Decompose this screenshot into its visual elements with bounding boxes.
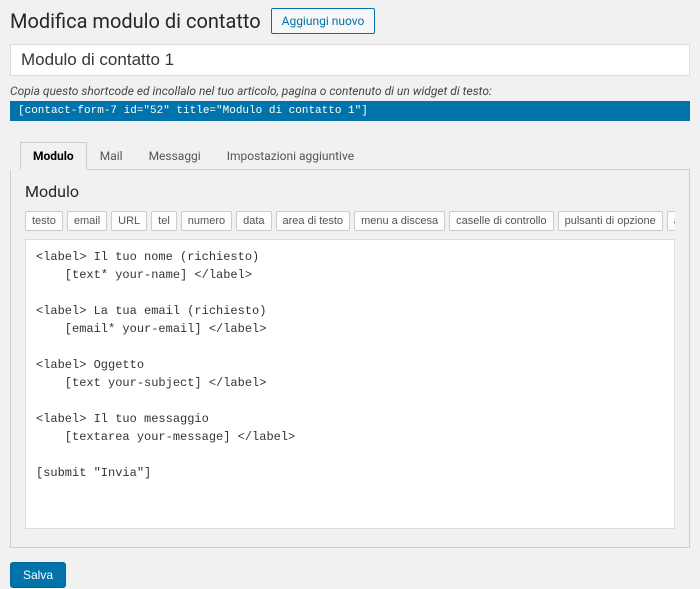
tag-data[interactable]: data <box>236 211 271 231</box>
tag-testo[interactable]: testo <box>25 211 63 231</box>
save-button[interactable]: Salva <box>10 562 66 588</box>
form-title-input[interactable] <box>10 44 690 76</box>
tab-impostazioni[interactable]: Impostazioni aggiuntive <box>214 142 367 170</box>
tag-generator-row: testo email URL tel numero data area di … <box>25 211 675 231</box>
tabs-nav: Modulo Mail Messaggi Impostazioni aggiun… <box>20 141 690 170</box>
shortcode-hint: Copia questo shortcode ed incollalo nel … <box>10 84 690 98</box>
tab-mail[interactable]: Mail <box>87 142 136 170</box>
tab-modulo[interactable]: Modulo <box>20 142 87 170</box>
panel-modulo: Modulo testo email URL tel numero data a… <box>10 170 690 548</box>
tag-caselle-di-controllo[interactable]: caselle di controllo <box>449 211 554 231</box>
tag-numero[interactable]: numero <box>181 211 232 231</box>
shortcode-display[interactable]: [contact-form-7 id="52" title="Modulo di… <box>10 101 690 121</box>
tag-pulsanti-di-opzione[interactable]: pulsanti di opzione <box>558 211 663 231</box>
tag-tel[interactable]: tel <box>151 211 177 231</box>
tab-messaggi[interactable]: Messaggi <box>136 142 214 170</box>
panel-heading: Modulo <box>25 182 675 201</box>
page-header: Modifica modulo di contatto Aggiungi nuo… <box>10 8 690 34</box>
form-editor[interactable] <box>25 239 675 529</box>
tag-email[interactable]: email <box>67 211 107 231</box>
tag-url[interactable]: URL <box>111 211 147 231</box>
add-new-button[interactable]: Aggiungi nuovo <box>271 8 376 34</box>
page-title: Modifica modulo di contatto <box>10 9 261 33</box>
tag-area-di-testo[interactable]: area di testo <box>276 211 351 231</box>
tag-accettazione[interactable]: accettazione <box>667 211 675 231</box>
tag-menu-a-discesa[interactable]: menu a discesa <box>354 211 445 231</box>
